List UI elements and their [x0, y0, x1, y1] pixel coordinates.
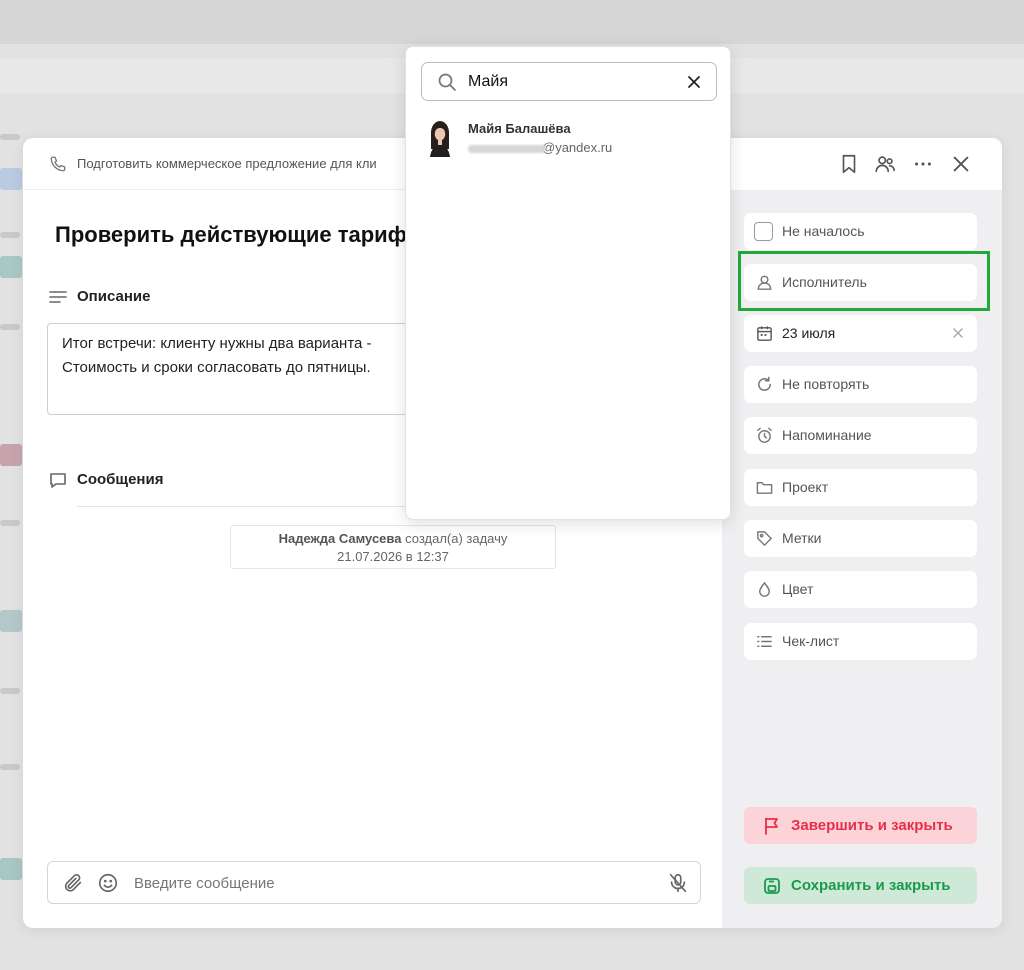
drop-icon [759, 582, 770, 597]
repeat-icon [758, 376, 771, 391]
search-icon [438, 73, 456, 91]
assignee-label: Исполнитель [782, 274, 867, 290]
status-button[interactable]: Не началось [744, 213, 977, 250]
avatar [424, 119, 456, 157]
repeat-button[interactable]: Не повторять [744, 366, 977, 403]
event-author: Надежда Самусева [278, 531, 402, 546]
background-mark [0, 444, 22, 466]
tags-label: Метки [782, 530, 822, 546]
assignee-button[interactable]: Исполнитель [744, 264, 977, 301]
assignee-search-box [421, 62, 717, 101]
background-text [0, 232, 20, 238]
repeat-label: Не повторять [782, 376, 870, 392]
message-composer [47, 861, 701, 904]
color-button[interactable]: Цвет [744, 571, 977, 608]
background-text [0, 520, 20, 526]
background-mark [0, 610, 22, 632]
background-mark [0, 858, 22, 880]
checklist-icon [757, 636, 772, 647]
color-label: Цвет [782, 581, 814, 597]
event-datetime: 21.07.2026 в 12:37 [337, 549, 449, 564]
description-line: Стоимость и сроки согласовать до пятницы… [62, 359, 371, 376]
event-text: Надежда Самусева создал(а) задачу [231, 530, 555, 548]
redacted-email-part [468, 144, 546, 153]
mic-off-icon[interactable] [667, 872, 689, 894]
background-text [0, 134, 20, 140]
task-sidebar: Не началось Исполнитель 23 июля Не повто… [722, 138, 1002, 928]
activity-event: Надежда Самусева создал(а) задачу 21.07.… [230, 525, 556, 569]
tags-button[interactable]: Метки [744, 520, 977, 557]
due-date-button[interactable]: 23 июля [744, 315, 977, 352]
description-label: Описание [77, 288, 151, 305]
background-text [0, 324, 20, 330]
clear-date-icon[interactable] [951, 326, 965, 340]
phone-icon [50, 156, 66, 172]
alarm-icon [757, 427, 772, 443]
task-title[interactable]: Проверить действующие тариф [55, 222, 407, 248]
save-icon [764, 878, 780, 894]
status-label: Не началось [782, 223, 865, 239]
checklist-button[interactable]: Чек-лист [744, 623, 977, 660]
save-label: Сохранить и закрыть [791, 877, 951, 894]
project-label: Проект [782, 479, 829, 495]
result-email-domain: @yandex.ru [542, 140, 613, 155]
save-and-close-button[interactable]: Сохранить и закрыть [744, 867, 977, 904]
assignee-result-item[interactable]: Майя Балашёва @yandex.ru [414, 115, 724, 161]
bookmark-icon[interactable] [838, 153, 860, 175]
description-field[interactable]: Итог встречи: клиенту нужны два варианта… [47, 323, 447, 415]
finish-and-close-button[interactable]: Завершить и закрыть [744, 807, 977, 844]
background-text [0, 688, 20, 694]
message-input[interactable] [134, 870, 634, 896]
checklist-label: Чек-лист [782, 633, 840, 649]
user-icon [757, 275, 772, 290]
assignee-dropdown: Майя Балашёва @yandex.ru [405, 46, 731, 520]
reminder-label: Напоминание [782, 427, 872, 443]
background-mark [0, 256, 22, 278]
tag-icon [757, 531, 772, 546]
background-text [0, 764, 20, 770]
folder-icon [756, 482, 773, 494]
status-checkbox[interactable] [754, 222, 773, 241]
calendar-icon [757, 326, 772, 341]
sidebar-header [722, 138, 1002, 190]
due-date-label: 23 июля [782, 325, 836, 341]
smile-icon[interactable] [97, 872, 119, 894]
result-name: Майя Балашёва [468, 121, 571, 136]
description-icon [49, 291, 67, 303]
messages-label: Сообщения [77, 471, 164, 488]
parent-task-title[interactable]: Подготовить коммерческое предложение для… [77, 156, 377, 171]
finish-label: Завершить и закрыть [791, 817, 953, 834]
clear-icon[interactable] [687, 75, 701, 89]
reminder-button[interactable]: Напоминание [744, 417, 977, 454]
users-icon[interactable] [874, 153, 896, 175]
more-icon[interactable] [912, 153, 934, 175]
flag-icon [765, 817, 778, 835]
close-icon[interactable] [950, 153, 972, 175]
background-header [0, 0, 1024, 44]
assignee-search-input[interactable] [468, 69, 678, 95]
chat-icon [50, 473, 66, 488]
background-mark [0, 168, 22, 190]
result-email: @yandex.ru [468, 140, 612, 155]
event-action: создал(а) задачу [405, 531, 508, 546]
project-button[interactable]: Проект [744, 469, 977, 506]
paperclip-icon[interactable] [62, 872, 84, 894]
description-line: Итог встречи: клиенту нужны два варианта… [62, 335, 372, 352]
